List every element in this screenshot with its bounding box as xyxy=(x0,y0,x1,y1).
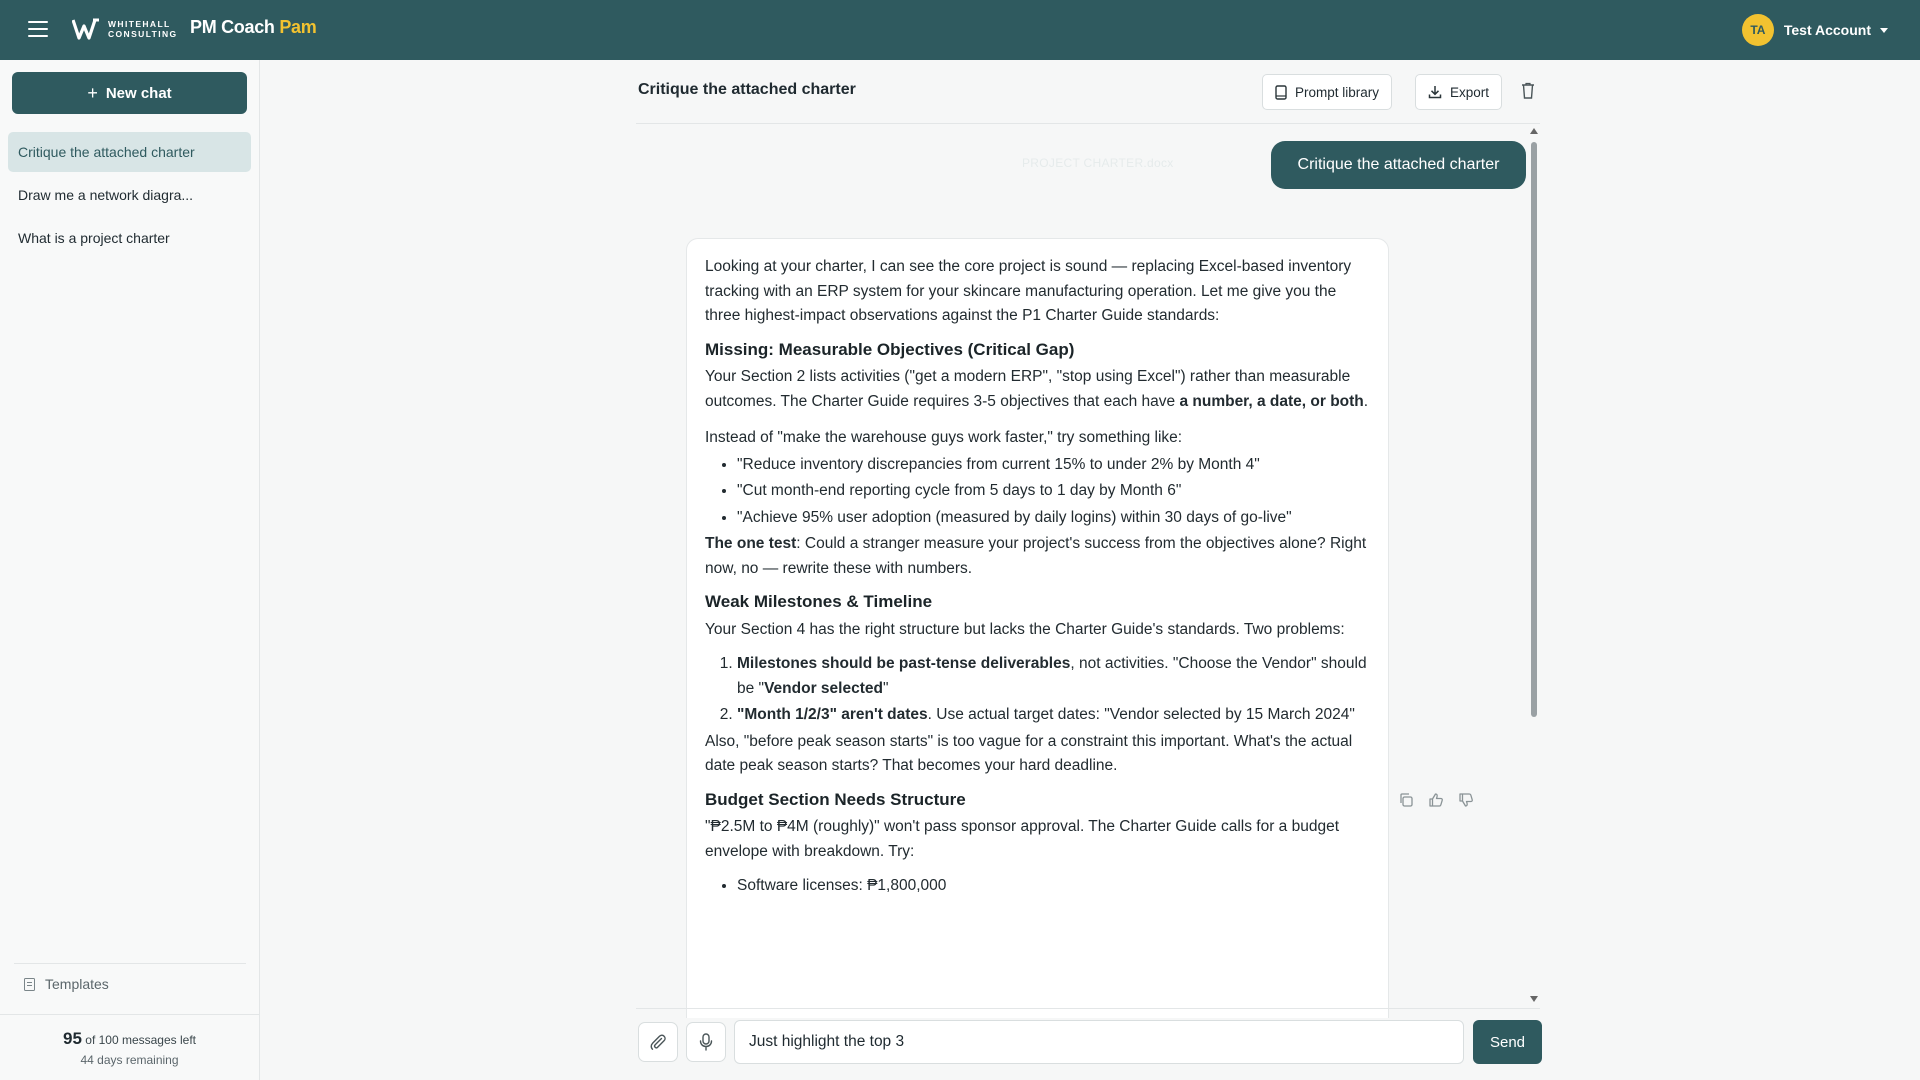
list-text: . Use actual target dates: "Vendor selec… xyxy=(927,706,1355,723)
chat-history-item[interactable]: Draw me a network diagra... xyxy=(8,175,251,215)
account-menu[interactable]: TA Test Account xyxy=(1741,14,1888,46)
numbered-list: Milestones should be past-tense delivera… xyxy=(737,652,1370,728)
quota-days: 44 days remaining xyxy=(80,1053,179,1067)
section-heading: Weak Milestones & Timeline xyxy=(705,592,933,611)
sidebar: + New chat Critique the attached charter… xyxy=(0,60,260,1080)
logo-line-1: WHITEHALL xyxy=(108,19,171,29)
book-icon xyxy=(1275,84,1287,100)
section-heading: Missing: Measurable Objectives (Critical… xyxy=(705,339,1075,359)
send-button[interactable]: Send xyxy=(1473,1020,1542,1064)
quota-line: 95 of 100 messages left xyxy=(0,1029,259,1049)
thumbs-up-icon[interactable] xyxy=(1428,792,1444,808)
list-item: Software licenses: ₱1,800,000 xyxy=(737,874,1370,899)
attach-button[interactable] xyxy=(638,1022,678,1062)
thumbs-down-icon[interactable] xyxy=(1458,792,1474,808)
list-item: "Reduce inventory discrepancies from cur… xyxy=(737,453,1370,478)
avatar: TA xyxy=(1741,14,1774,46)
bold-text: Vendor selected xyxy=(764,679,883,697)
composer-divider xyxy=(636,1008,1540,1009)
download-icon xyxy=(1428,86,1442,99)
bullet-list: "Reduce inventory discrepancies from cur… xyxy=(737,453,1370,531)
paragraph: Also, "before peak season starts" is too… xyxy=(705,732,1353,775)
bold-text: a number, a date, or both xyxy=(1179,392,1364,410)
logo-mark-icon xyxy=(72,18,99,40)
chat-history-item[interactable]: What is a project charter xyxy=(8,218,251,258)
export-label: Export xyxy=(1450,84,1490,100)
section-heading: Budget Section Needs Structure xyxy=(705,789,966,809)
account-name: Test Account xyxy=(1783,22,1871,38)
app-title: PM Coach Pam xyxy=(190,17,317,38)
prompt-library-button[interactable]: Prompt library xyxy=(1262,74,1393,110)
message-quota: 95 of 100 messages left 44 days remainin… xyxy=(0,1014,259,1067)
paragraph-text: : Could a stranger measure your project'… xyxy=(705,535,1367,577)
message-actions xyxy=(1398,792,1474,808)
logo-line-2: CONSULTING xyxy=(108,29,178,39)
list-text: " xyxy=(882,679,889,697)
chat-history-list: Critique the attached charter Draw me a … xyxy=(8,132,251,261)
chevron-down-icon xyxy=(1880,27,1888,33)
paragraph: "₱2.5M to ₱4M (roughly)" won't pass spon… xyxy=(705,818,1339,860)
hamburger-icon[interactable] xyxy=(28,21,48,37)
bold-text: The one test xyxy=(705,535,797,552)
user-message: Critique the attached charter xyxy=(1271,141,1526,189)
logo: WHITEHALL CONSULTING xyxy=(72,18,178,40)
bold-text: "Month 1/2/3" aren't dates xyxy=(737,706,928,723)
logo-text: WHITEHALL CONSULTING xyxy=(108,19,178,39)
copy-icon[interactable] xyxy=(1398,792,1414,808)
new-chat-button[interactable]: + New chat xyxy=(12,72,247,114)
scroll-up-arrow-icon[interactable] xyxy=(1530,128,1538,134)
microphone-button[interactable] xyxy=(686,1022,726,1062)
bullet-list: Software licenses: ₱1,800,000 xyxy=(737,874,1370,899)
templates-link[interactable]: Templates xyxy=(14,963,246,992)
paragraph-text: . xyxy=(1363,392,1369,410)
brand-accent: Pam xyxy=(279,17,317,37)
quota-text: of 100 messages left xyxy=(85,1033,196,1047)
quota-count: 95 xyxy=(63,1029,82,1048)
top-bar: WHITEHALL CONSULTING PM Coach Pam TA Tes… xyxy=(0,0,1920,60)
header-divider xyxy=(636,123,1540,124)
document-icon xyxy=(24,977,35,991)
export-button[interactable]: Export xyxy=(1415,74,1503,110)
intro-paragraph: Looking at your charter, I can see the c… xyxy=(705,258,1352,324)
new-chat-label: New chat xyxy=(105,84,172,102)
paragraph: Your Section 2 lists activities ("get a … xyxy=(705,365,1370,414)
attachment-chip[interactable]: PROJECT CHARTER.docx xyxy=(1022,156,1174,170)
plus-icon: + xyxy=(87,83,98,103)
paragraph: Your Section 4 has the right structure b… xyxy=(705,620,1345,638)
bold-text: Milestones should be past-tense delivera… xyxy=(737,655,1071,672)
prompt-library-label: Prompt library xyxy=(1295,84,1380,100)
list-item: "Achieve 95% user adoption (measured by … xyxy=(737,506,1370,531)
trash-icon[interactable] xyxy=(1520,82,1536,100)
microphone-icon xyxy=(699,1033,713,1051)
list-item: Milestones should be past-tense delivera… xyxy=(737,652,1370,701)
list-item: "Month 1/2/3" aren't dates. Use actual t… xyxy=(737,703,1370,728)
scrollbar-thumb[interactable] xyxy=(1531,142,1537,717)
assistant-message: Looking at your charter, I can see the c… xyxy=(686,238,1389,1018)
paperclip-icon xyxy=(650,1034,666,1050)
scroll-down-arrow-icon[interactable] xyxy=(1530,996,1538,1002)
chat-history-item[interactable]: Critique the attached charter xyxy=(8,132,251,172)
list-item: "Cut month-end reporting cycle from 5 da… xyxy=(737,479,1370,504)
brand-main: PM Coach xyxy=(190,17,275,37)
message-input[interactable] xyxy=(734,1020,1464,1064)
paragraph: Instead of "make the warehouse guys work… xyxy=(705,429,1183,446)
chat-title: Critique the attached charter xyxy=(638,81,856,98)
templates-label: Templates xyxy=(45,976,109,992)
paragraph: The one test: Could a stranger measure y… xyxy=(705,532,1370,581)
